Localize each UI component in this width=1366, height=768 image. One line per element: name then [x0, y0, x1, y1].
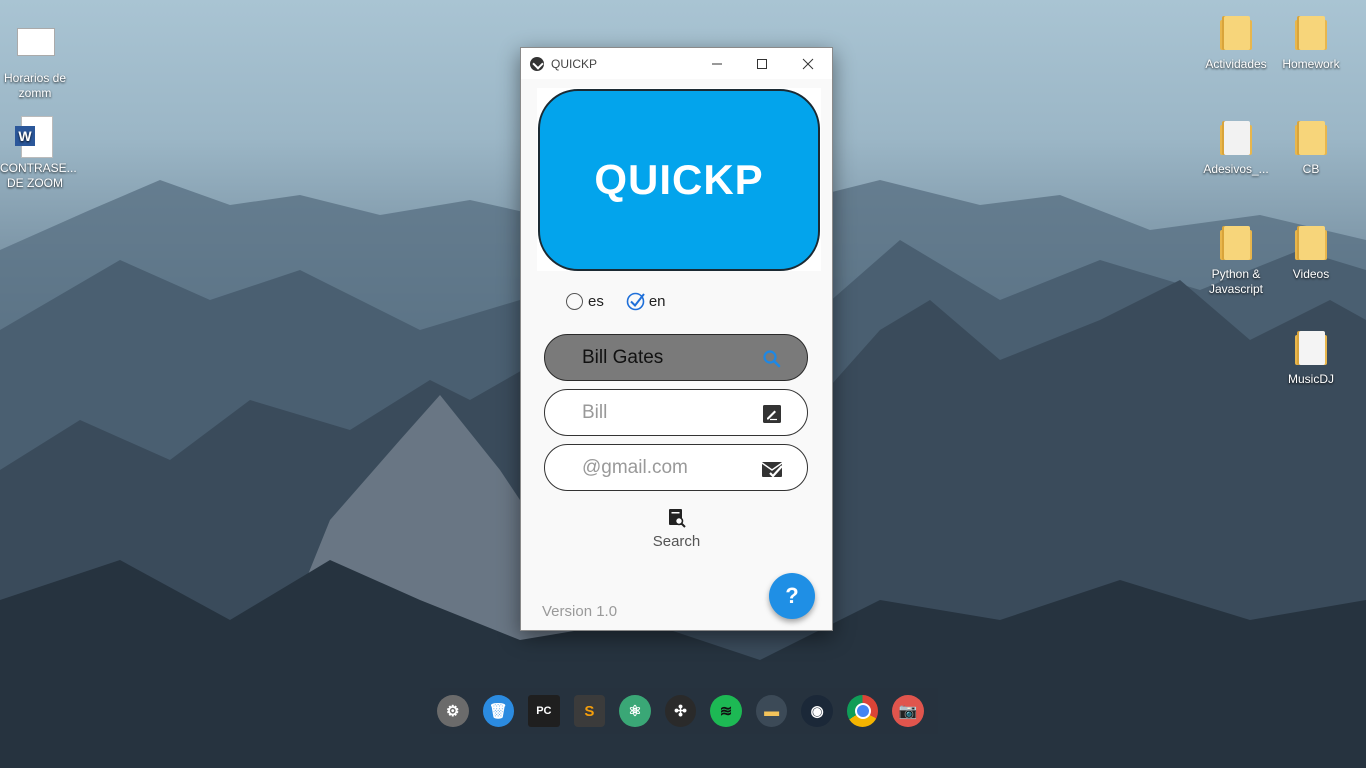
dock-davinci[interactable]: ✣	[664, 695, 697, 727]
gear-icon: ⚙	[446, 703, 460, 720]
desktop-icon-label: Actividades	[1205, 57, 1267, 71]
dock-chrome[interactable]	[846, 695, 879, 727]
document-icon	[13, 24, 57, 68]
window-title: QUICKP	[551, 56, 598, 71]
close-icon	[802, 58, 813, 69]
mail-check-icon	[761, 462, 783, 478]
maximize-icon	[756, 58, 767, 69]
camera-icon: 📷	[898, 703, 918, 720]
email-field[interactable]	[544, 444, 808, 491]
davinci-icon: ✣	[674, 703, 687, 720]
desktop-icon-cb[interactable]: CB	[1276, 115, 1346, 177]
logo-container: QUICKP	[537, 88, 821, 271]
folder-icon	[1289, 115, 1333, 159]
desktop-icon-label: MusicDJ	[1287, 372, 1334, 386]
help-button[interactable]: ?	[769, 573, 815, 619]
language-selector: es en	[566, 291, 666, 311]
dock-steam[interactable]: ◉	[801, 695, 833, 727]
search-input[interactable]	[582, 346, 752, 369]
folder-icon	[1289, 325, 1333, 369]
radio-es[interactable]	[566, 292, 583, 310]
edit-icon	[763, 405, 781, 423]
desktop-icon-adesivos[interactable]: Adesivos_...	[1201, 115, 1271, 177]
dock-trash[interactable]: 🗑	[482, 695, 515, 727]
folder-icon	[1289, 10, 1333, 54]
atom-icon: ⚛	[628, 703, 642, 720]
close-button[interactable]	[785, 48, 830, 79]
title-bar[interactable]: QUICKP	[521, 48, 832, 79]
search-field[interactable]	[544, 334, 808, 381]
steam-icon: ◉	[810, 703, 824, 720]
desktop-icon-musicdj[interactable]: MusicDJ	[1276, 325, 1346, 387]
maximize-button[interactable]	[739, 48, 784, 79]
desktop-icon-homework[interactable]: Homework	[1276, 10, 1346, 72]
name-field[interactable]	[544, 389, 808, 436]
radio-en-checked-icon[interactable]	[626, 291, 646, 311]
email-input[interactable]	[582, 456, 752, 479]
search-button-label: Search	[652, 533, 701, 550]
folder-icon: ▬	[764, 702, 780, 720]
desktop-icon-horarios[interactable]: Horarios de zomm	[0, 24, 70, 101]
app-logo: QUICKP	[538, 89, 820, 271]
desktop-icon-videos[interactable]: Videos	[1276, 220, 1346, 282]
radio-en-label: en	[648, 292, 666, 310]
quickp-window: QUICKP QUICKP es en Bill Gates Bill @gma…	[520, 47, 833, 631]
desktop-icon-python-javascript[interactable]: Python & Javascript	[1201, 220, 1271, 297]
minimize-icon	[711, 63, 722, 64]
dock-settings[interactable]: ⚙	[437, 695, 469, 727]
pycharm-icon: PC	[536, 705, 552, 717]
desktop-icon-label: Homework	[1282, 57, 1340, 71]
radio-es-label: es	[588, 292, 604, 310]
folder-icon	[1214, 220, 1258, 264]
dock-files[interactable]: ▬	[755, 695, 788, 727]
desktop-icon-label: Python & Javascript	[1208, 267, 1264, 296]
trash-icon: 🗑	[488, 703, 508, 720]
desktop-icon-label: Videos	[1292, 267, 1330, 281]
search-button[interactable]: Search	[644, 508, 709, 550]
sublime-icon: S	[584, 702, 595, 720]
word-document-icon: W	[13, 114, 57, 158]
desktop-icon-label: Adesivos_...	[1203, 162, 1269, 176]
name-input[interactable]	[582, 401, 752, 424]
folder-icon	[1214, 10, 1258, 54]
folder-icon	[1289, 220, 1333, 264]
dock-camera[interactable]: 📷	[892, 695, 925, 727]
desktop-icon-actividades[interactable]: Actividades	[1201, 10, 1271, 72]
dock-atom[interactable]: ⚛	[619, 695, 651, 727]
document-search-icon	[668, 509, 686, 528]
desktop-icon-label: Horarios de zomm	[3, 71, 67, 100]
app-icon	[530, 56, 544, 71]
desktop-icon-contrasena[interactable]: W CONTRASE... DE ZOOM	[0, 114, 77, 191]
folder-icon	[1214, 115, 1258, 159]
dock-sublime[interactable]: S	[573, 695, 606, 727]
minimize-button[interactable]	[694, 48, 739, 79]
desktop-icon-label: CONTRASE... DE ZOOM	[0, 161, 77, 190]
dock: ⚙ 🗑 PC S ⚛ ✣ ≋ ▬ ◉ 📷	[430, 688, 938, 734]
spotify-icon: ≋	[719, 703, 733, 720]
dock-spotify[interactable]: ≋	[710, 695, 742, 727]
chrome-icon	[854, 703, 871, 719]
search-icon[interactable]	[761, 348, 783, 370]
version-label: Version 1.0	[542, 603, 618, 620]
dock-pycharm[interactable]: PC	[528, 695, 560, 727]
desktop-icon-label: CB	[1302, 162, 1320, 176]
